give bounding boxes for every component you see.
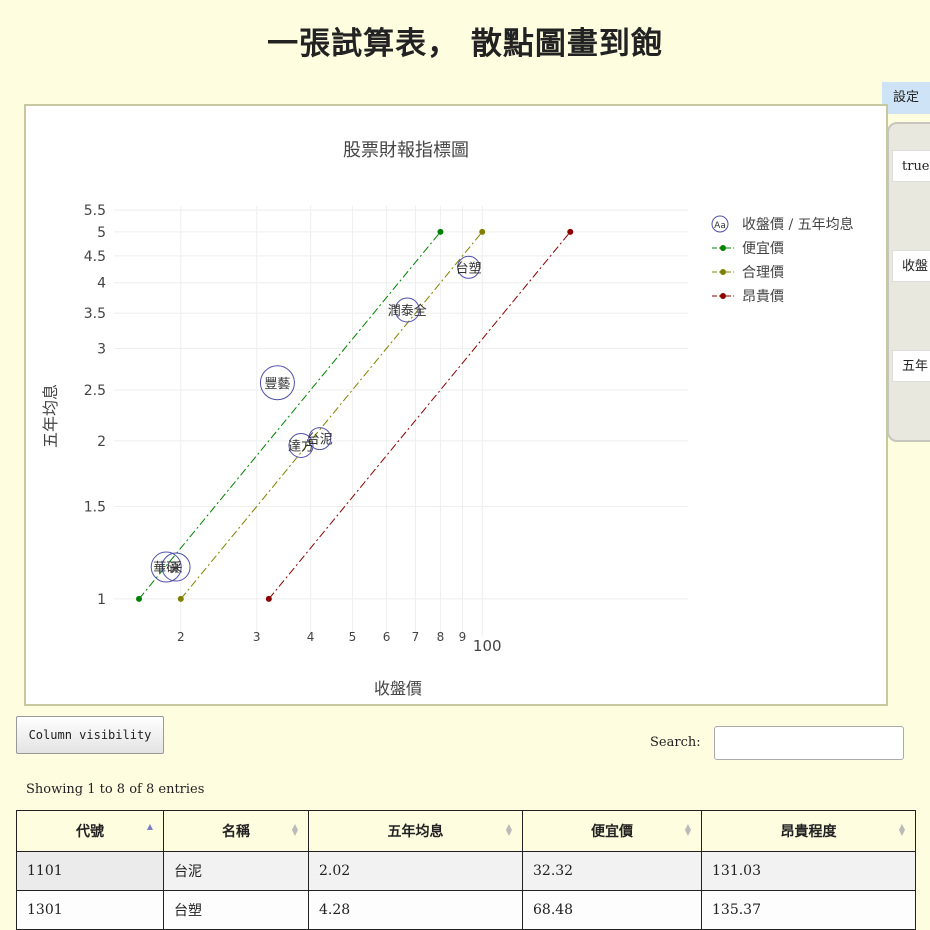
series-line (268, 231, 571, 600)
y-tick-label: 3 (97, 341, 106, 357)
x-tick-label: 100 (473, 637, 502, 655)
point-label: 達方 (288, 438, 314, 454)
column-header-expensive-degree[interactable]: 昂貴程度 ▲ ▼ (701, 810, 916, 852)
x-tick-label: 2 (177, 630, 185, 644)
table-cell: 2.02 (308, 851, 523, 891)
x-tick-label: 7 (412, 630, 420, 644)
legend-point (720, 245, 726, 251)
y-tick-label: 1 (97, 592, 106, 608)
y-tick-label: 1.5 (84, 499, 106, 515)
page-title: 一張試算表， 散點圖畫到飽 (267, 26, 663, 62)
series-point (265, 595, 272, 602)
table-cell: 台泥 (163, 851, 309, 891)
table-cell: 131.03 (701, 851, 916, 891)
legend-point (720, 293, 726, 299)
table-cell: 1301 (16, 890, 164, 930)
series-line (180, 231, 483, 600)
scatter-chart: 股票財報指標圖收盤價 五年均息 1 1.5 2 2.5 3 3.5 4 4.5 5 5.5 2 3 4 5 6 7… (41, 140, 854, 698)
table-cell: 4.28 (308, 890, 523, 930)
sort-icon: ▲ ▼ (898, 821, 905, 837)
series-line (138, 231, 441, 600)
data-table: 代號 ▲ 名稱 ▲ ▼ 五年均息 ▲ ▼ 便宜價 ▲ ▼ 昂貴程度 ▲ ▼ 1101 台… (16, 810, 916, 930)
y-tick-label: 2 (97, 434, 106, 450)
y-tick-label: 4 (97, 276, 106, 292)
table-info: Showing 1 to 8 of 8 entries (26, 782, 205, 797)
point-label: 潤泰全 (388, 303, 427, 319)
table-cell: 32.32 (522, 851, 702, 891)
x-tick-label: 9 (459, 630, 467, 644)
column-header-code[interactable]: 代號 ▲ (16, 810, 164, 852)
x-axis-label: 收盤價 (374, 679, 422, 698)
settings-item-close[interactable]: 收盤 (892, 250, 930, 282)
sort-icon: ▲ ▼ (684, 821, 691, 837)
table-row[interactable]: 1301 台塑 4.28 68.48 135.37 (16, 890, 916, 930)
settings-item-true[interactable]: true (892, 150, 930, 182)
y-tick-label: 5 (97, 225, 106, 241)
y-tick-label: 2.5 (84, 383, 106, 399)
table-cell: 1101 (16, 851, 164, 891)
series-point (479, 228, 486, 235)
point-label: 采 (170, 561, 183, 576)
search-input[interactable] (714, 726, 904, 760)
table-row[interactable]: 1101 台泥 2.02 32.32 131.03 (16, 851, 916, 891)
legend-entry: 收盤價 / 五年均息 (742, 216, 854, 233)
x-tick-label: 4 (307, 630, 315, 644)
chart-frame: 股票財報指標圖收盤價 五年均息 1 1.5 2 2.5 3 3.5 4 4.5 5 5.5 2 3 4 5 6 7… (24, 104, 888, 706)
y-axis-label: 五年均息 (41, 384, 60, 448)
legend-entry: 便宜價 (742, 240, 784, 257)
search-label: Search: (650, 735, 701, 750)
table-cell: 135.37 (701, 890, 916, 930)
series-point (136, 595, 143, 602)
sort-icon: ▲ ▼ (291, 821, 298, 837)
chart-title: 股票財報指標圖 (343, 140, 469, 161)
y-tick-label: 5.5 (84, 203, 106, 219)
legend-entry: 合理價 (742, 264, 784, 281)
x-tick-label: 8 (437, 630, 445, 644)
x-tick-label: 6 (383, 630, 391, 644)
settings-panel: true 收盤 五年 (887, 122, 930, 442)
x-tick-label: 3 (253, 630, 261, 644)
legend-entry: 昂貴價 (742, 288, 784, 305)
column-visibility-button[interactable]: Column visibility (16, 716, 164, 754)
point-label: 台塑 (456, 261, 482, 276)
series-point (567, 228, 574, 235)
settings-item-dividend[interactable]: 五年 (892, 350, 930, 382)
table-cell: 68.48 (522, 890, 702, 930)
series-point (177, 595, 184, 602)
x-tick-label: 5 (349, 630, 357, 644)
y-tick-label: 4.5 (84, 249, 106, 265)
table-cell: 台塑 (163, 890, 309, 930)
sort-icon: ▲ ▼ (505, 821, 512, 837)
column-header-name[interactable]: 名稱 ▲ ▼ (163, 810, 309, 852)
settings-tab[interactable]: 設定 (882, 82, 930, 114)
legend-marker-glyph: Aa (714, 221, 726, 231)
sort-asc-icon: ▲ (146, 821, 153, 831)
column-header-cheap-price[interactable]: 便宜價 ▲ ▼ (522, 810, 702, 852)
y-tick-label: 3.5 (84, 306, 106, 322)
column-header-dividend[interactable]: 五年均息 ▲ ▼ (308, 810, 523, 852)
series-point (437, 228, 444, 235)
legend-point (720, 269, 726, 275)
point-label: 豐藝 (264, 377, 290, 392)
